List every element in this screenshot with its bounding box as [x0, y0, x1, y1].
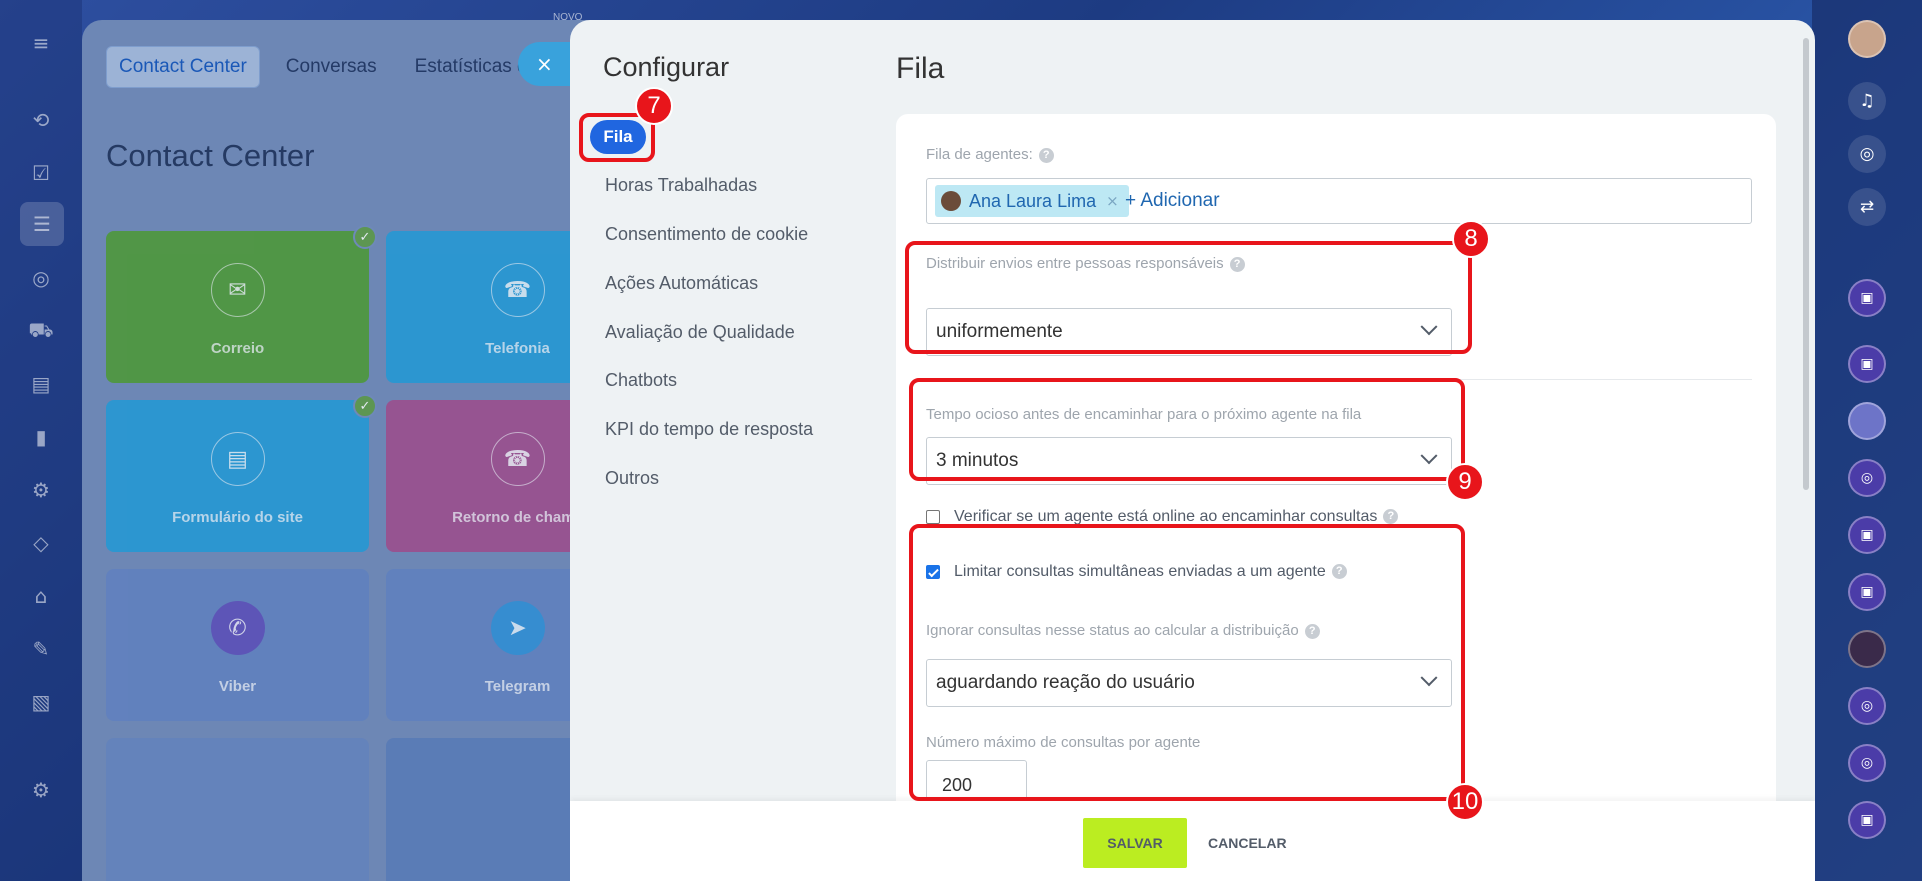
- chat-avatar-2[interactable]: ▣: [1848, 345, 1886, 383]
- viber-icon: ✆: [210, 601, 265, 655]
- annotation-badge-8: 8: [1452, 220, 1490, 258]
- agent-tag: Ana Laura Lima ×: [935, 185, 1129, 217]
- form-icon: ▤: [210, 432, 265, 486]
- agent-name: Ana Laura Lima: [969, 190, 1097, 211]
- tile-more-1[interactable]: [106, 738, 369, 881]
- annotation-badge-10: 10: [1446, 783, 1484, 821]
- tasks-icon[interactable]: ☑: [26, 158, 56, 188]
- annotation-box-9: [909, 378, 1465, 481]
- callback-icon: ☎: [490, 432, 545, 486]
- save-button[interactable]: SALVAR: [1083, 818, 1187, 868]
- tile-correio[interactable]: ✉ Correio ✓: [106, 225, 377, 383]
- tile-label: Viber: [218, 678, 257, 695]
- store-icon[interactable]: ⌂: [26, 581, 56, 611]
- page-title: Fila: [896, 52, 945, 85]
- analytics-icon[interactable]: ▮: [26, 422, 56, 452]
- bell-icon[interactable]: ♫: [1848, 82, 1886, 120]
- annotation-box-8: [905, 241, 1472, 354]
- check-icon: ✓: [353, 225, 377, 249]
- contact-center-icon[interactable]: ☰: [20, 202, 64, 246]
- settings-icon[interactable]: ⚙: [26, 775, 56, 805]
- transfer-icon[interactable]: ⇄: [1848, 188, 1886, 226]
- robot-icon[interactable]: ⚙: [26, 475, 56, 505]
- right-bar: ♫ ◎ ⇄ ▣ ▣ ◎ ▣ ▣ ◎ ◎ ▣: [1812, 0, 1922, 881]
- user-avatar[interactable]: [1848, 20, 1886, 58]
- contact-center-page: Contact Center Conversas Estatísticas de…: [82, 20, 642, 881]
- help-icon[interactable]: ?: [1038, 147, 1054, 163]
- queue-label: Fila de agentes:?: [926, 146, 1054, 163]
- crm-icon[interactable]: ⟲: [26, 105, 56, 135]
- chat-avatar-3[interactable]: [1848, 402, 1886, 440]
- goals-icon[interactable]: ◎: [26, 263, 56, 293]
- remove-agent-icon[interactable]: ×: [1106, 192, 1119, 210]
- chat-avatar-10[interactable]: ▣: [1848, 801, 1886, 839]
- nav-item-outros[interactable]: Outros: [605, 468, 659, 489]
- close-icon: ×: [536, 52, 553, 76]
- contacts-icon[interactable]: ▤: [26, 369, 56, 399]
- menu-icon[interactable]: ≡: [26, 28, 56, 58]
- nav-item-avaliacao[interactable]: Avaliação de Qualidade: [605, 322, 795, 343]
- tile-label: Formulário do site: [172, 509, 303, 526]
- chat-avatar-1[interactable]: ▣: [1848, 279, 1886, 317]
- document-icon[interactable]: ▧: [26, 687, 56, 717]
- close-slider-button[interactable]: ×: [518, 42, 576, 86]
- telegram-icon: ➤: [490, 601, 545, 655]
- scrollbar[interactable]: [1803, 38, 1809, 490]
- annotation-badge-9: 9: [1446, 463, 1484, 501]
- check-icon: ✓: [353, 394, 377, 418]
- tab-contact-center[interactable]: Contact Center: [106, 46, 260, 88]
- cancel-button[interactable]: CANCELAR: [1208, 818, 1287, 868]
- chat-avatar-5[interactable]: ▣: [1848, 516, 1886, 554]
- left-navigation-bar: ≡ ⟲ ☑ ☰ ◎ ⛟ ▤ ▮ ⚙ ◇ ⌂ ✎ ▧ ⚙: [0, 0, 82, 881]
- slider-footer: SALVAR CANCELAR: [570, 801, 1815, 881]
- add-agent-link[interactable]: + Adicionar: [1125, 190, 1220, 212]
- annotation-badge-7: 7: [635, 87, 673, 125]
- chat-avatar-8[interactable]: ◎: [1848, 687, 1886, 725]
- nav-item-horas[interactable]: Horas Trabalhadas: [605, 175, 757, 196]
- agent-avatar: [941, 191, 961, 211]
- check-online-checkbox[interactable]: [926, 510, 940, 524]
- annotation-box-10: [909, 524, 1465, 801]
- page-title: Contact Center: [106, 138, 315, 173]
- box-icon[interactable]: ◇: [26, 528, 56, 558]
- signal-icon[interactable]: ◎: [1848, 135, 1886, 173]
- nav-item-kpi[interactable]: KPI do tempo de resposta: [605, 419, 813, 440]
- tile-viber[interactable]: ✆ Viber: [106, 569, 369, 721]
- phone-icon: ☎: [490, 263, 545, 317]
- chat-avatar-6[interactable]: ▣: [1848, 573, 1886, 611]
- chat-avatar-7[interactable]: [1848, 630, 1886, 668]
- chat-avatar-4[interactable]: ◎: [1848, 459, 1886, 497]
- nav-title: Configurar: [603, 52, 730, 82]
- tile-formulario[interactable]: ▤ Formulário do site ✓: [106, 394, 377, 552]
- cart-icon[interactable]: ⛟: [26, 316, 56, 346]
- mail-icon: ✉: [210, 263, 265, 317]
- nav-item-chatbots[interactable]: Chatbots: [605, 370, 677, 391]
- nav-item-acoes[interactable]: Ações Automáticas: [605, 273, 758, 294]
- agent-queue-field[interactable]: Ana Laura Lima × + Adicionar: [926, 178, 1752, 224]
- sign-icon[interactable]: ✎: [26, 634, 56, 664]
- nav-item-cookie[interactable]: Consentimento de cookie: [605, 224, 808, 245]
- tile-label: Correio: [210, 340, 265, 357]
- help-icon[interactable]: ?: [1383, 509, 1399, 525]
- novo-label: NOVO: [553, 12, 583, 23]
- chat-avatar-9[interactable]: ◎: [1848, 744, 1886, 782]
- tab-conversas[interactable]: Conversas: [274, 47, 389, 87]
